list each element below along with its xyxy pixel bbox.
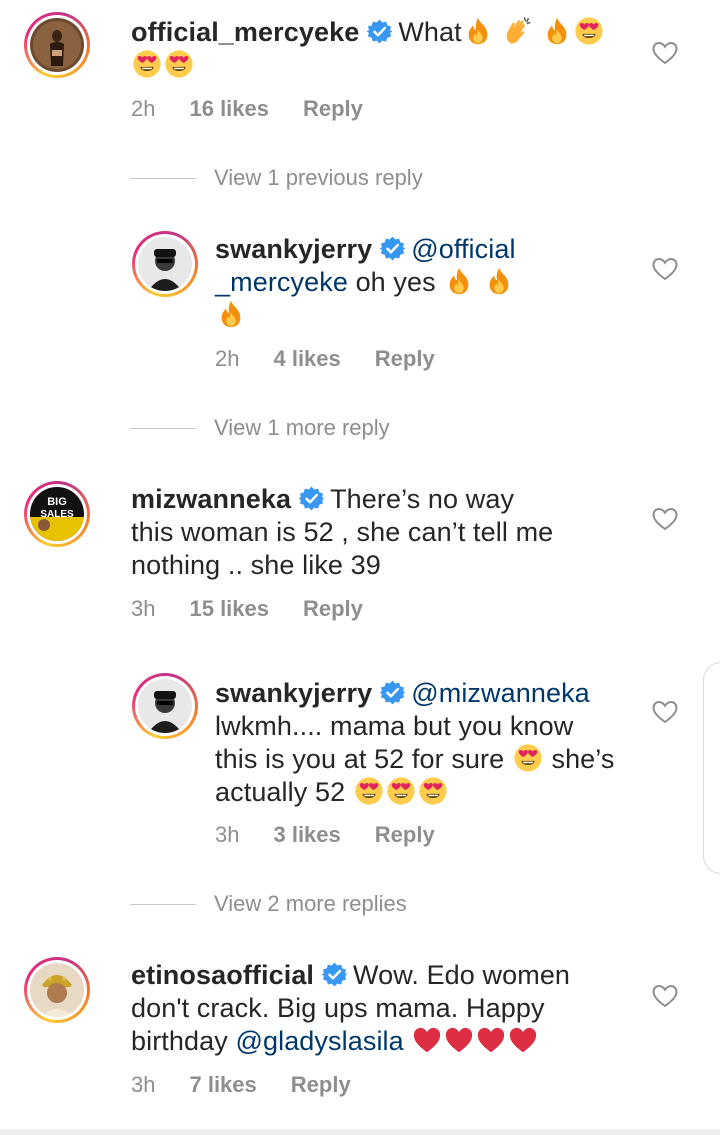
mention-link[interactable]: @gladyslasila — [235, 1026, 403, 1056]
mention-link[interactable]: _mercyeke — [215, 267, 348, 297]
like-count[interactable]: 15 likes — [189, 596, 269, 621]
view-replies-label: View 2 more replies — [214, 891, 407, 916]
comment-meta: 2h 4 likes Reply — [215, 346, 469, 372]
comment-text: swankyjerry @official _mercyeke oh yes — [215, 233, 555, 332]
heart-eyes-emoji — [164, 49, 194, 79]
view-more-replies-button[interactable]: View 2 more replies — [130, 891, 407, 917]
view-more-replies-button[interactable]: View 1 more reply — [130, 415, 390, 441]
avatar[interactable] — [24, 957, 90, 1023]
comment-meta: 3h 7 likes Reply — [131, 1072, 385, 1098]
divider-line — [130, 427, 196, 429]
reply-button[interactable]: Reply — [303, 96, 363, 121]
username[interactable]: swankyjerry — [215, 678, 372, 708]
comment-body-line: birthday — [131, 1026, 228, 1056]
red-heart-emoji — [412, 1025, 442, 1055]
mention-link[interactable]: @mizwanneka — [411, 678, 590, 708]
comment-text: etinosaofficial Wow. Edo women don't crac… — [131, 959, 611, 1058]
avatar[interactable] — [24, 12, 90, 78]
side-scroll-handle[interactable] — [703, 662, 720, 874]
comment-text: mizwanneka There’s no way this woman is 5… — [131, 483, 611, 582]
fire-emoji — [484, 266, 514, 296]
fire-emoji — [542, 16, 572, 46]
avatar[interactable]: BIG SALES — [24, 481, 90, 547]
username[interactable]: official_mercyeke — [131, 17, 359, 47]
username[interactable]: swankyjerry — [215, 234, 372, 264]
reply-button[interactable]: Reply — [375, 346, 435, 371]
comment-time: 2h — [215, 346, 240, 371]
comment-body-line: There’s no way — [330, 484, 515, 514]
comment-time: 3h — [131, 596, 156, 621]
like-count[interactable]: 16 likes — [189, 96, 269, 121]
like-heart-icon[interactable] — [652, 984, 678, 1008]
heart-eyes-emoji — [132, 49, 162, 79]
comment-body-line: this woman is 52 , she can’t tell me — [131, 517, 554, 547]
reply-button[interactable]: Reply — [375, 822, 435, 847]
heart-eyes-emoji — [513, 743, 543, 773]
fire-emoji — [463, 16, 493, 46]
comment-time: 3h — [131, 1072, 156, 1097]
username[interactable]: mizwanneka — [131, 484, 291, 514]
comment-meta: 3h 15 likes Reply — [131, 596, 397, 622]
red-heart-emoji — [508, 1025, 538, 1055]
bottom-divider — [0, 1129, 720, 1135]
like-heart-icon[interactable] — [652, 41, 678, 65]
avatar[interactable] — [132, 231, 198, 297]
heart-eyes-emoji — [574, 16, 604, 46]
view-replies-label: View 1 more reply — [214, 415, 390, 440]
verified-badge-icon — [299, 486, 324, 511]
comment-body-line: this is you at 52 for sure — [215, 744, 505, 774]
comment-time: 3h — [215, 822, 240, 847]
comment-body-line: she’s — [551, 744, 615, 774]
like-heart-icon[interactable] — [652, 700, 678, 724]
like-count[interactable]: 3 likes — [273, 822, 340, 847]
reply-button[interactable]: Reply — [303, 596, 363, 621]
comment-body-line: don't crack. Big ups mama. Happy — [131, 993, 545, 1023]
red-heart-emoji — [476, 1025, 506, 1055]
comment-time: 2h — [131, 96, 156, 121]
comment-body: What — [398, 17, 462, 47]
heart-eyes-emoji — [386, 776, 416, 806]
divider-line — [130, 177, 196, 179]
like-count[interactable]: 7 likes — [189, 1072, 256, 1097]
comment-meta: 3h 3 likes Reply — [215, 822, 469, 848]
fire-emoji — [444, 266, 474, 296]
comment-body-line: lwkmh.... mama but you know — [215, 711, 574, 741]
username[interactable]: etinosaofficial — [131, 960, 314, 990]
comment-meta: 2h 16 likes Reply — [131, 96, 397, 122]
like-count[interactable]: 4 likes — [273, 346, 340, 371]
verified-badge-icon — [380, 236, 405, 261]
reply-button[interactable]: Reply — [291, 1072, 351, 1097]
view-replies-label: View 1 previous reply — [214, 165, 423, 190]
clapping-hands-emoji — [502, 16, 532, 46]
fire-emoji — [216, 299, 246, 329]
comment-body-line: nothing .. she like 39 — [131, 550, 381, 580]
comment-text: official_mercyeke What — [131, 16, 611, 82]
divider-line — [130, 903, 196, 905]
heart-eyes-emoji — [354, 776, 384, 806]
verified-badge-icon — [322, 962, 347, 987]
comment-body-line: actually 52 — [215, 777, 346, 807]
like-heart-icon[interactable] — [652, 257, 678, 281]
like-heart-icon[interactable] — [652, 507, 678, 531]
avatar[interactable] — [132, 673, 198, 739]
comment-body-line: Wow. Edo women — [353, 960, 571, 990]
svg-text:BIG: BIG — [47, 496, 67, 508]
comment-body: oh yes — [355, 267, 436, 297]
heart-eyes-emoji — [418, 776, 448, 806]
mention-link[interactable]: @official — [411, 234, 515, 264]
verified-badge-icon — [367, 19, 392, 44]
view-previous-replies-button[interactable]: View 1 previous reply — [130, 165, 423, 191]
svg-text:SALES: SALES — [40, 509, 74, 520]
verified-badge-icon — [380, 680, 405, 705]
comment-text: swankyjerry @mizwanneka lwkmh.... mama bu… — [215, 677, 635, 809]
red-heart-emoji — [444, 1025, 474, 1055]
